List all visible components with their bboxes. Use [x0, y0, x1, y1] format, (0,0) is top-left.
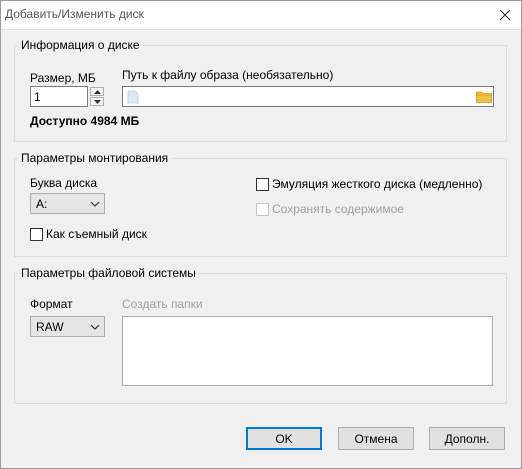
keep-contents-checkbox[interactable]: [256, 203, 269, 216]
size-increment-button[interactable]: [90, 87, 104, 96]
window-title: Добавить/Изменить диск: [5, 7, 144, 21]
more-button[interactable]: Дополн.: [429, 427, 505, 450]
chevron-down-icon: [90, 324, 100, 330]
hdd-emulation-checkbox[interactable]: [256, 178, 269, 191]
create-folders-textarea[interactable]: [122, 316, 493, 386]
drive-letter-label: Буква диска: [30, 176, 98, 190]
ok-button-label: OK: [275, 431, 293, 446]
file-icon: [127, 90, 139, 103]
filesystem-group-title: Параметры файловой системы: [18, 266, 199, 280]
ok-button[interactable]: OK: [246, 427, 322, 450]
path-input[interactable]: [122, 86, 494, 107]
more-button-label: Дополн.: [444, 431, 490, 446]
folder-icon: [476, 91, 492, 103]
mount-group-title: Параметры монтирования: [18, 151, 172, 165]
size-input[interactable]: 1: [30, 86, 88, 107]
drive-letter-select[interactable]: A:: [30, 193, 105, 214]
close-button[interactable]: [488, 0, 522, 30]
format-value: RAW: [36, 319, 64, 334]
size-value: 1: [34, 89, 41, 104]
drive-letter-value: A:: [36, 196, 48, 211]
available-space-text: Доступно 4984 МБ: [30, 114, 140, 128]
path-label: Путь к файлу образа (необязательно): [122, 68, 334, 82]
format-select[interactable]: RAW: [30, 316, 105, 337]
cancel-button-label: Отмена: [354, 431, 398, 446]
create-folders-label: Создать папки: [122, 297, 203, 311]
hdd-emulation-label: Эмуляция жесткого диска (медленно): [272, 177, 483, 191]
removable-disk-checkbox[interactable]: [30, 228, 43, 241]
close-icon: [499, 9, 511, 21]
size-label: Размер, МБ: [30, 71, 96, 85]
cancel-button[interactable]: Отмена: [338, 427, 414, 450]
keep-contents-label: Сохранять содержимое: [272, 202, 404, 216]
format-label: Формат: [30, 297, 73, 311]
browse-folder-button[interactable]: [475, 88, 493, 105]
arrow-down-icon: [93, 99, 101, 104]
chevron-down-icon: [90, 201, 100, 207]
size-decrement-button[interactable]: [90, 97, 104, 106]
removable-disk-label: Как съемный диск: [46, 227, 147, 241]
arrow-up-icon: [93, 89, 101, 94]
disk-info-group-title: Информация о диске: [18, 38, 143, 52]
